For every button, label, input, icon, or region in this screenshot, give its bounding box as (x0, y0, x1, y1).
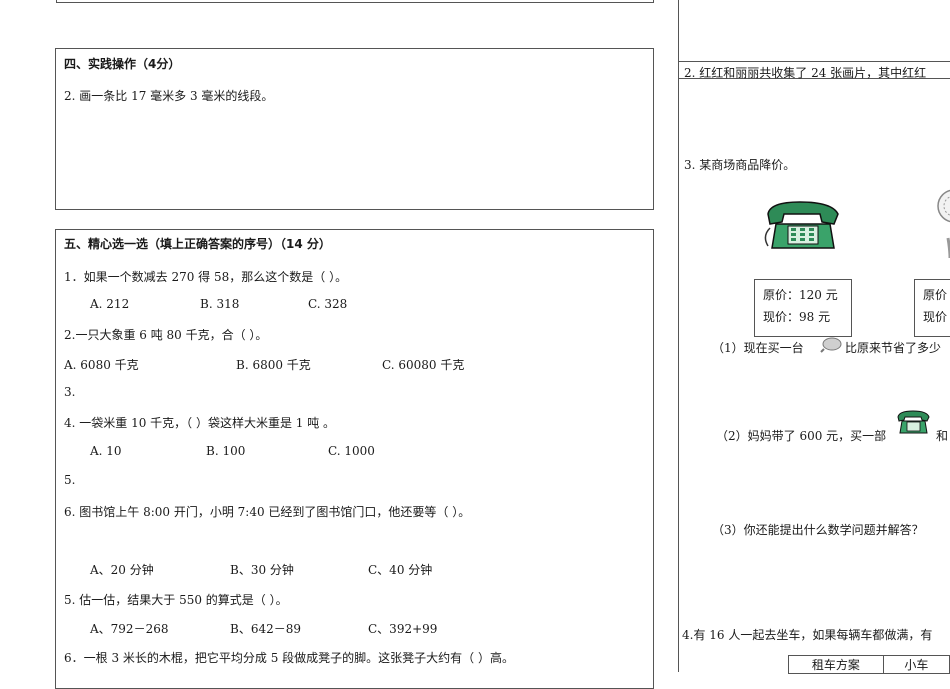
s5-q1-opt-c: C. 328 (308, 297, 348, 311)
price-appliance-current: 现价 (923, 310, 948, 324)
right-q4: 4.有 16 人一起去坐车，如果每辆车都做满，有 (682, 628, 933, 642)
right-sub1-a: （1）现在买一台 (712, 341, 804, 355)
section4-box (55, 48, 654, 210)
s5-q4-opt-a: A. 10 (90, 444, 122, 458)
section4-q2: 2. 画一条比 17 毫米多 3 毫米的线段。 (64, 89, 274, 103)
s5-q1: 1．如果一个数减去 270 得 58，那么这个数是（ ）。 (64, 270, 348, 284)
appliance-icon (937, 189, 950, 259)
s5-q2-opt-c: C. 60080 千克 (382, 358, 465, 372)
top-box-left-border (56, 0, 57, 3)
s5-q1-opt-b: B. 318 (200, 297, 240, 311)
telephone-icon (764, 201, 839, 249)
s5-q4-opt-c: C. 1000 (328, 444, 375, 458)
right-sub3: （3）你还能提出什么数学问题并解答？ (712, 523, 924, 537)
right-q3: 3. 某商场商品降价。 (684, 158, 796, 172)
right-q2: 2. 红红和丽丽共收集了 24 张画片，其中红红 (684, 66, 927, 80)
right-upper-box-bottom (678, 61, 950, 62)
s5-q7: 5. 估一估，结果大于 550 的算式是（ ）。 (64, 593, 288, 607)
section4-title: 四、实践操作（4分） (64, 57, 181, 71)
rent-table-header-small-car: 小车 (882, 655, 950, 674)
s5-q8: 6．一根 3 米长的木棍，把它平均分成 5 段做成凳子的脚。这张凳子大约有（ ）… (64, 651, 514, 665)
s5-q6: 6. 图书馆上午 8:00 开门，小明 7:40 已经到了图书馆门口，他还要等（… (64, 505, 471, 519)
small-appliance-icon (820, 337, 842, 353)
right-sub2-b: 和 (936, 429, 949, 443)
s5-q3: 3. (64, 385, 76, 399)
section5-title: 五、精心选一选（填上正确答案的序号）（14 分） (64, 237, 331, 251)
price-phone-original: 原价：120 元 (763, 288, 838, 302)
price-phone-current: 现价：98 元 (763, 310, 831, 324)
s5-q7-opt-b: B、642－89 (230, 622, 301, 636)
s5-q6-opt-c: C、40 分钟 (368, 563, 433, 577)
rent-table: 租车方案 小车 (788, 655, 950, 674)
price-box-appliance: 原价 现价 (914, 279, 950, 337)
s5-q6-opt-b: B、30 分钟 (230, 563, 294, 577)
price-appliance-original: 原价 (923, 288, 948, 302)
top-box-right-border (653, 0, 654, 3)
s5-q7-opt-c: C、392+99 (368, 622, 438, 636)
s5-q5: 5. (64, 473, 76, 487)
right-sub1-b: 比原来节省了多少 (845, 341, 942, 355)
s5-q7-opt-a: A、792－268 (90, 622, 169, 636)
s5-q6-opt-a: A、20 分钟 (90, 563, 154, 577)
s5-q2-opt-a: A. 6080 千克 (64, 358, 139, 372)
right-sub2-a: （2）妈妈带了 600 元，买一部 (716, 429, 887, 443)
telephone-small-icon (897, 410, 930, 434)
price-box-phone: 原价：120 元 现价：98 元 (754, 279, 852, 337)
rent-table-header-plan: 租车方案 (788, 655, 884, 674)
s5-q4: 4. 一袋米重 10 千克，（ ）袋这样大米重是 1 吨 。 (64, 416, 336, 430)
top-box-bottom-border (56, 2, 654, 3)
s5-q1-opt-a: A. 212 (90, 297, 130, 311)
s5-q4-opt-b: B. 100 (206, 444, 246, 458)
right-box-left-border (678, 0, 679, 672)
s5-q2-opt-b: B. 6800 千克 (236, 358, 311, 372)
s5-q2: 2.一只大象重 6 吨 80 千克，合（ ）。 (64, 328, 268, 342)
